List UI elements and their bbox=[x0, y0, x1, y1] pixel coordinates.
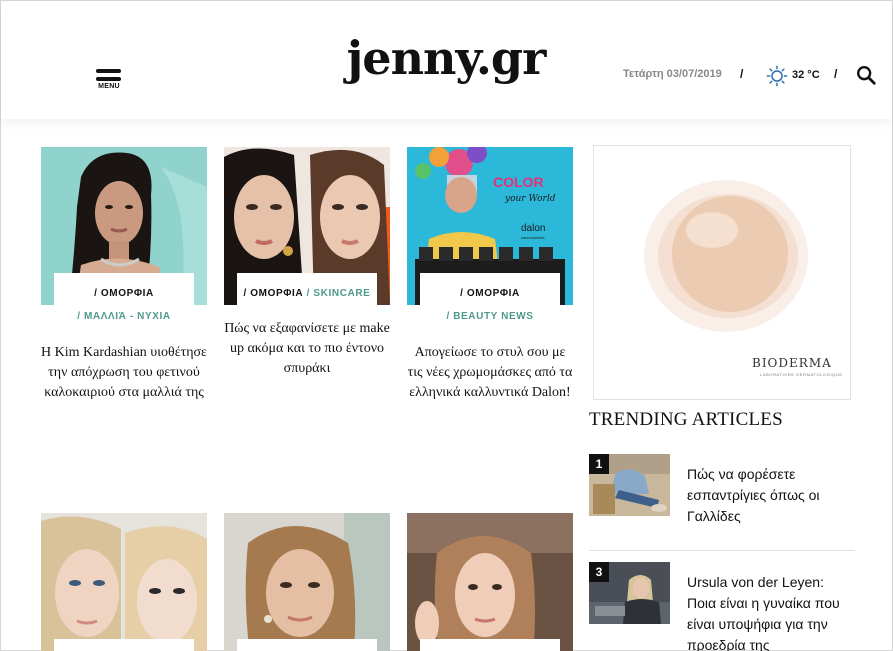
category-link[interactable]: / SKINCARE bbox=[307, 288, 371, 299]
hamburger-icon-bar bbox=[96, 77, 121, 81]
category-link[interactable]: / ΟΜΟΡΦΙΑ bbox=[460, 288, 520, 299]
ad-brand: BIODERMA bbox=[752, 356, 832, 370]
article-image[interactable] bbox=[224, 513, 390, 651]
menu-label: MENU bbox=[98, 83, 120, 90]
site-logo[interactable]: jenny.gr bbox=[331, 35, 561, 81]
category-label: / ΟΜΟΡΦΙΑ / SKINCARE bbox=[237, 273, 377, 307]
separator: / bbox=[740, 67, 744, 81]
category-label: / ΟΜΟΡΦΙΑ bbox=[54, 273, 194, 307]
sun-icon bbox=[766, 65, 788, 87]
category-label bbox=[420, 639, 560, 651]
trending-title[interactable]: Ursula von der Leyen: Ποια είναι η γυναί… bbox=[687, 572, 855, 651]
image-brand-sub: carecosmetic bbox=[521, 235, 545, 240]
trending-title[interactable]: Πώς να φορέσετε εσπαντρίγιες όπως οι Γαλ… bbox=[687, 464, 855, 527]
image-brand: dalon bbox=[521, 223, 545, 234]
category-label: / ΟΜΟΡΦΙΑ bbox=[420, 273, 560, 307]
separator: / bbox=[834, 67, 838, 81]
search-icon[interactable] bbox=[855, 64, 877, 86]
temperature: 32 °C bbox=[792, 69, 820, 81]
trending-thumbnail[interactable]: 1 bbox=[589, 454, 670, 516]
trending-heading: TRENDING ARTICLES bbox=[589, 409, 783, 430]
site-header: MENU jenny.gr Τετάρτη 03/07/2019 / 32 °C… bbox=[1, 1, 892, 119]
rank-badge: 1 bbox=[589, 454, 609, 474]
ad-brand-subtitle: LABORATOIRE DERMATOLOGIQUE bbox=[760, 372, 843, 377]
article-title[interactable]: Πώς να εξαφανίσετε με make up ακόμα και … bbox=[224, 319, 390, 379]
article-image[interactable] bbox=[41, 513, 207, 651]
advertisement[interactable]: BIODERMA LABORATOIRE DERMATOLOGIQUE bbox=[593, 145, 851, 400]
image-tagline: your World bbox=[504, 194, 556, 204]
divider bbox=[589, 550, 855, 551]
image-headline: COLOR bbox=[493, 174, 544, 190]
trending-thumbnail[interactable]: 3 bbox=[589, 562, 670, 624]
article-title[interactable]: Η Kim Kardashian υιοθέτησε την απόχρωση … bbox=[41, 343, 207, 403]
category-link[interactable]: / ΟΜΟΡΦΙΑ bbox=[94, 288, 154, 299]
article-image[interactable] bbox=[407, 513, 573, 651]
category-link[interactable]: / ΟΜΟΡΦΙΑ bbox=[244, 288, 304, 299]
hamburger-icon bbox=[96, 69, 121, 73]
current-date: Τετάρτη 03/07/2019 bbox=[623, 68, 722, 80]
category-label bbox=[237, 639, 377, 651]
category-label bbox=[54, 639, 194, 651]
menu-button[interactable]: MENU bbox=[93, 67, 125, 97]
subcategory-link[interactable]: / BEAUTY NEWS bbox=[407, 311, 573, 322]
subcategory-link[interactable]: / ΜΑΛΛΙΆ - ΝΥΧΙΑ bbox=[41, 311, 207, 322]
article-title[interactable]: Απογείωσε το στυλ σου με τις νέες χρωμομ… bbox=[407, 343, 573, 403]
rank-badge: 3 bbox=[589, 562, 609, 582]
